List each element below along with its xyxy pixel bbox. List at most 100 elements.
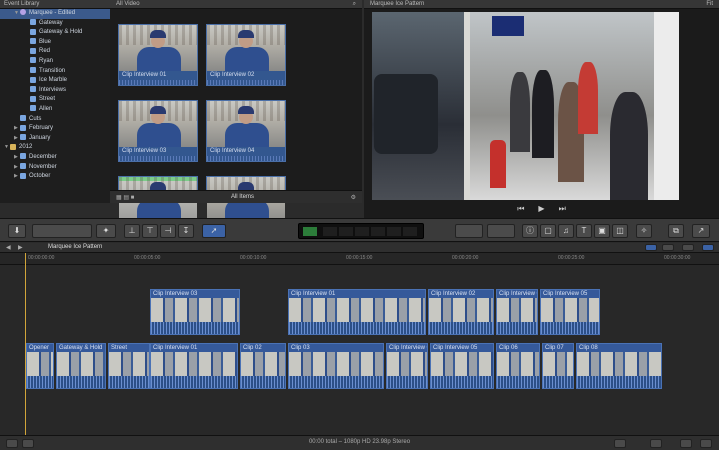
share-button[interactable]: ↗: [692, 224, 710, 238]
library-item[interactable]: ▶ January: [0, 134, 110, 144]
library-item-label: 2012: [19, 144, 33, 151]
library-item[interactable]: Allen: [0, 105, 110, 115]
timeline-clip[interactable]: Clip Interview 05: [540, 289, 600, 335]
event-icon: [20, 153, 26, 160]
timeline-clip[interactable]: Clip Interview 03: [150, 289, 240, 335]
viewer-zoom[interactable]: Fit: [706, 1, 713, 7]
browser-clip[interactable]: [118, 176, 198, 223]
library-item[interactable]: Blue: [0, 38, 110, 48]
play-icon[interactable]: ▶: [538, 204, 544, 214]
timeline-clip[interactable]: Clip Interview 01: [288, 289, 426, 335]
timeline-clip[interactable]: Clip 08: [576, 343, 662, 389]
timeline-clip[interactable]: Gateway & Hold: [56, 343, 106, 389]
skimming-button[interactable]: [662, 244, 674, 251]
clip-label: Clip 07: [543, 344, 573, 352]
browser-filter[interactable]: All Video: [116, 1, 140, 7]
import-button[interactable]: ⬇: [8, 224, 26, 238]
titles-button[interactable]: T: [576, 224, 592, 238]
browser-clip[interactable]: Clip Interview 03: [118, 100, 198, 162]
timeline-settings-button[interactable]: [700, 439, 712, 448]
insert-edit-button[interactable]: ⊤: [142, 224, 158, 238]
background-tasks-button[interactable]: [455, 224, 483, 238]
timeline-clip[interactable]: Opener: [26, 343, 54, 389]
timeline-clip[interactable]: Street: [108, 343, 150, 389]
library-item[interactable]: ▼ Marquee - Edited: [0, 9, 110, 19]
clip-label: Clip Interview 05: [431, 344, 493, 352]
browser-clip[interactable]: Clip Interview 04: [206, 100, 286, 162]
clip-audio-waveform: [151, 376, 237, 388]
library-item[interactable]: Gateway: [0, 19, 110, 29]
browser-clip[interactable]: [206, 176, 286, 223]
clip-filmstrip: [151, 298, 239, 322]
library-item[interactable]: Ice Marble: [0, 76, 110, 86]
transitions-button[interactable]: ⧉: [668, 224, 684, 238]
library-item[interactable]: Cuts: [0, 114, 110, 125]
forward-icon[interactable]: ▶: [18, 244, 23, 251]
browser-view-icons[interactable]: ▦ ▤ ■: [116, 194, 134, 201]
playhead[interactable]: [25, 253, 26, 435]
timeline-clip[interactable]: Clip Interview 04: [386, 343, 428, 389]
zoom-out-button[interactable]: [650, 439, 662, 448]
photos-button[interactable]: ▢: [540, 224, 556, 238]
timeline-ruler[interactable]: 00:00:00:00 00:00:05:00 00:00:10:00 00:00:1…: [0, 253, 719, 265]
append-edit-button[interactable]: ⊣: [160, 224, 176, 238]
select-tool-button[interactable]: ➚: [202, 224, 226, 238]
connect-edit-button[interactable]: ⊥: [124, 224, 140, 238]
library-item[interactable]: Transition: [0, 66, 110, 77]
timeline-clip[interactable]: Clip Interview 01: [150, 343, 238, 389]
music-button[interactable]: ♫: [558, 224, 574, 238]
timeline[interactable]: Clip Interview 03 Clip Interview 01 Clip I…: [0, 265, 719, 435]
skip-back-icon[interactable]: ⏮: [517, 204, 524, 214]
gear-icon[interactable]: ⚙: [351, 194, 356, 201]
library-item-label: Marquee - Edited: [29, 10, 76, 16]
clip-audio-waveform: [241, 376, 285, 388]
timeline-project-name[interactable]: Marquee Ice Pattern: [48, 244, 102, 250]
clip-appearance-button[interactable]: [645, 244, 657, 251]
clip-filmstrip: [151, 352, 237, 376]
library-item[interactable]: Gateway & Hold: [0, 28, 110, 38]
viewer-video-frame[interactable]: [372, 12, 679, 200]
library-item-label: Cuts: [29, 115, 42, 122]
timecode-mode-icon: [303, 227, 317, 236]
clip-audio-waveform: [497, 376, 539, 388]
keyword-button[interactable]: [32, 224, 92, 238]
solo-button[interactable]: [702, 244, 714, 251]
skip-forward-icon[interactable]: ⏭: [559, 204, 566, 214]
search-icon[interactable]: ⌕: [353, 1, 356, 7]
zoom-in-button[interactable]: [680, 439, 692, 448]
timeline-clip[interactable]: Clip Interview 05: [430, 343, 494, 389]
library-item[interactable]: Red: [0, 47, 110, 57]
library-item[interactable]: Ryan: [0, 57, 110, 67]
back-icon[interactable]: ◀: [6, 244, 11, 251]
inspector-button[interactable]: ⓘ: [522, 224, 538, 238]
browser-clip[interactable]: Clip Interview 01: [118, 24, 198, 86]
clip-audio-waveform: [543, 376, 573, 388]
enhance-button[interactable]: ✦: [96, 224, 116, 238]
generators-button[interactable]: ▣: [594, 224, 610, 238]
timeline-clip[interactable]: Clip Interview 04: [496, 289, 538, 335]
library-item[interactable]: Interviews: [0, 86, 110, 96]
library-item[interactable]: ▼ 2012: [0, 143, 110, 153]
themes-button[interactable]: ◫: [612, 224, 628, 238]
timeline-clip[interactable]: Clip Interview 02: [428, 289, 494, 335]
library-item[interactable]: ▶ October: [0, 172, 110, 182]
clip-filmstrip: [27, 352, 53, 376]
timecode-display[interactable]: [298, 223, 424, 239]
timeline-clip[interactable]: Clip 07: [542, 343, 574, 389]
audio-meters-button[interactable]: [487, 224, 515, 238]
library-item[interactable]: ▶ November: [0, 162, 110, 173]
library-item[interactable]: Street: [0, 95, 110, 105]
browser-clip[interactable]: Clip Interview 02: [206, 24, 286, 86]
clip-view-button[interactable]: [614, 439, 626, 448]
overwrite-edit-button[interactable]: ↧: [178, 224, 194, 238]
video-awning: [492, 16, 524, 36]
library-list: ▼ Marquee - Edited Gateway Gateway & Hold Bl…: [0, 9, 110, 182]
timeline-clip[interactable]: Clip 06: [496, 343, 540, 389]
library-item[interactable]: ▶ February: [0, 124, 110, 134]
snapping-button[interactable]: [682, 244, 694, 251]
library-item[interactable]: ▶ December: [0, 153, 110, 163]
timeline-clip[interactable]: Clip 03: [288, 343, 384, 389]
effects-button[interactable]: ✧: [636, 224, 652, 238]
library-item-label: Ice Marble: [39, 77, 68, 84]
timeline-clip[interactable]: Clip 02: [240, 343, 286, 389]
